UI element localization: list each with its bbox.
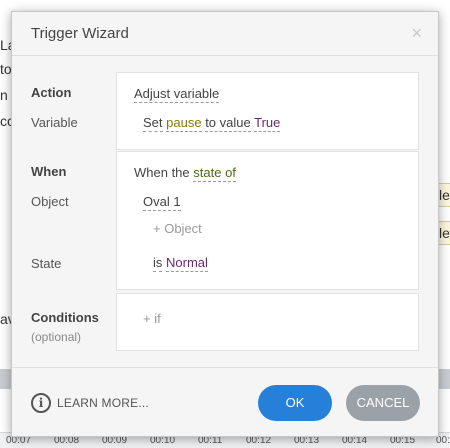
- when-statement: When the state of: [134, 165, 236, 182]
- dialog-title: Trigger Wizard: [31, 25, 129, 42]
- state-value-selector[interactable]: Normal: [166, 255, 208, 272]
- info-icon[interactable]: i: [31, 393, 51, 413]
- close-icon[interactable]: ×: [411, 23, 422, 44]
- state-of-selector[interactable]: state of: [193, 165, 236, 182]
- ok-button[interactable]: OK: [258, 385, 332, 421]
- bg-text-2: to: [0, 61, 12, 77]
- when-panel: When the state of Oval 1 + Object is Nor…: [116, 151, 419, 290]
- learn-more-link[interactable]: LEARN MORE...: [57, 396, 149, 410]
- conditions-label: Conditions: [31, 310, 99, 325]
- variable-statement: Set pause to value True: [143, 115, 281, 132]
- to-value-keyword: to value: [205, 115, 251, 132]
- action-type-selector[interactable]: Adjust variable: [134, 86, 220, 103]
- add-object-button[interactable]: + Object: [153, 221, 202, 236]
- when-the-text: When the: [134, 165, 190, 180]
- cancel-button[interactable]: CANCEL: [346, 385, 420, 421]
- conditions-optional-label: (optional): [31, 330, 82, 344]
- action-label: Action: [31, 85, 72, 100]
- state-statement: is Normal: [153, 255, 208, 272]
- is-keyword: is: [153, 255, 163, 272]
- when-label: When: [31, 164, 67, 179]
- dialog-header: Trigger Wizard ×: [12, 12, 438, 56]
- conditions-panel: + if: [116, 293, 419, 351]
- action-panel: Adjust variable Set pause to value True: [116, 72, 419, 150]
- object-selector[interactable]: Oval 1: [143, 194, 181, 211]
- bg-text-3: n: [0, 87, 8, 103]
- add-if-button[interactable]: + if: [143, 311, 161, 326]
- state-label: State: [31, 256, 62, 271]
- set-keyword: Set: [143, 115, 163, 132]
- trigger-wizard-dialog: Trigger Wizard × Action Variable Adjust …: [11, 11, 439, 437]
- variable-name-selector[interactable]: pause: [166, 115, 202, 132]
- variable-value-selector[interactable]: True: [254, 115, 281, 132]
- object-label: Object: [31, 194, 69, 209]
- variable-label: Variable: [31, 115, 78, 130]
- dialog-footer: i LEARN MORE... OK CANCEL: [12, 367, 438, 438]
